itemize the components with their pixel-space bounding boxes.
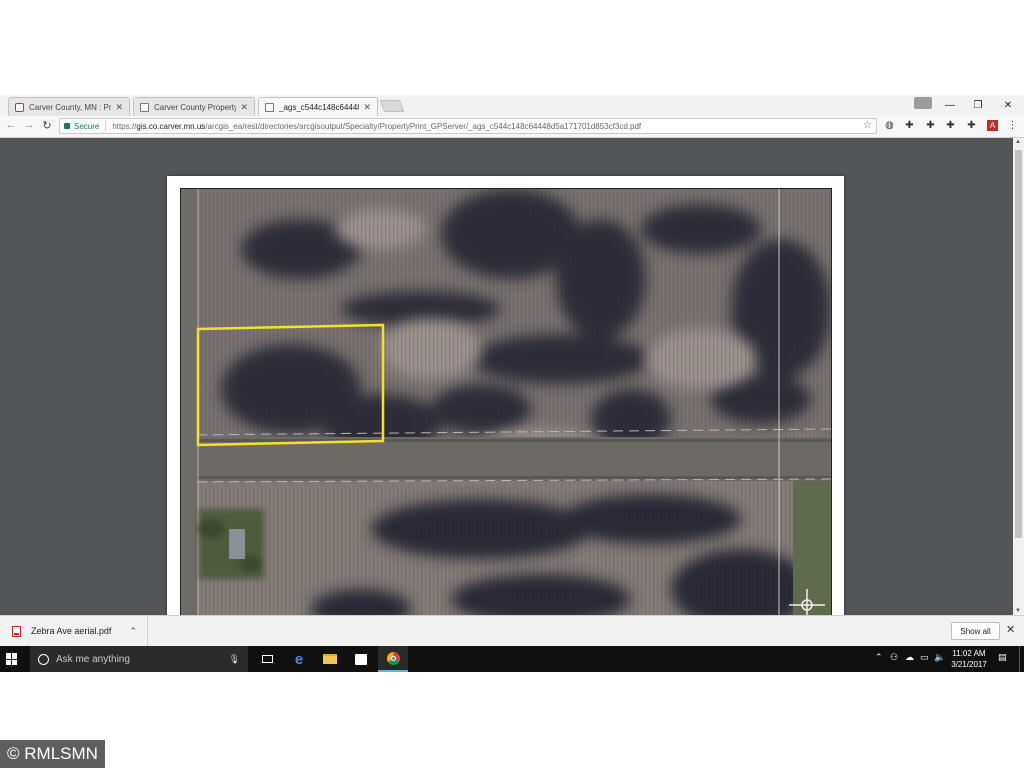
clock-time: 11:02 AM xyxy=(952,649,986,658)
search-placeholder: Ask me anything xyxy=(56,653,130,665)
extension-puzzle-icon[interactable]: ✚ xyxy=(945,120,956,131)
clock-date: 3/21/2017 xyxy=(951,660,987,669)
browser-window: Carver County, MN : Pro ✕ Carver County … xyxy=(0,95,1024,672)
new-tab-button[interactable] xyxy=(379,100,405,112)
close-tab-icon[interactable]: ✕ xyxy=(115,102,123,113)
show-hidden-icons-chevron-icon[interactable]: ⌃ xyxy=(875,652,883,663)
extension-puzzle-icon[interactable]: ✚ xyxy=(925,120,936,131)
download-filename: Zebra Ave aerial.pdf xyxy=(31,626,112,636)
onedrive-cloud-icon[interactable]: ☁ xyxy=(905,652,914,663)
restore-button[interactable]: ❐ xyxy=(964,95,992,116)
microphone-icon[interactable]: 🎙 xyxy=(229,654,240,665)
pdf-page xyxy=(167,176,844,615)
tab-carver-county-pro[interactable]: Carver County, MN : Pro ✕ xyxy=(8,97,130,116)
windows-taskbar: Ask me anything 🎙 e ⌃ ⚇ ☁ ▭ 🔈 11:02 AM 3… xyxy=(0,646,1024,672)
task-view-icon[interactable] xyxy=(252,646,282,672)
pdf-file-icon xyxy=(12,625,21,637)
lock-icon xyxy=(64,123,70,129)
chrome-icon[interactable] xyxy=(378,646,408,672)
show-desktop-button[interactable] xyxy=(1019,646,1024,672)
file-explorer-icon[interactable] xyxy=(315,646,345,672)
edge-browser-icon[interactable]: e xyxy=(284,646,314,672)
menu-kebab-icon[interactable]: ⋮ xyxy=(1007,120,1018,131)
secure-label: Secure xyxy=(74,121,100,131)
cortana-search-box[interactable]: Ask me anything 🎙 xyxy=(30,646,248,672)
download-item[interactable]: Zebra Ave aerial.pdf ⌃ xyxy=(0,616,148,646)
store-icon[interactable] xyxy=(346,646,376,672)
close-download-bar-icon[interactable]: ✕ xyxy=(1006,623,1015,636)
back-arrow-icon[interactable]: ← xyxy=(3,119,19,131)
viewer-scrollbar[interactable]: ▲ ▼ xyxy=(1013,138,1024,615)
extension-globe-icon[interactable]: ◍ xyxy=(884,120,895,131)
minimize-button[interactable]: — xyxy=(936,95,964,116)
carver-county-favicon-icon xyxy=(15,102,24,112)
acrobat-extension-icon[interactable]: A xyxy=(987,120,998,131)
profile-icon[interactable] xyxy=(914,97,932,109)
scrollbar-thumb[interactable] xyxy=(1015,150,1022,538)
url-text: https://gis.co.carver.mn.us/arcgis_ea/re… xyxy=(112,122,641,131)
forward-arrow-icon[interactable]: → xyxy=(21,119,37,131)
network-icon[interactable]: ▭ xyxy=(920,652,929,663)
close-window-button[interactable]: ✕ xyxy=(994,95,1022,116)
url-host: gis.co.carver.mn.us xyxy=(136,121,206,131)
address-bar[interactable]: Secure https://gis.co.carver.mn.us/arcgi… xyxy=(59,118,877,134)
url-path: /arcgis_ea/rest/directories/arcgisoutput… xyxy=(205,121,642,131)
close-tab-icon[interactable]: ✕ xyxy=(363,102,371,113)
chevron-up-icon[interactable]: ⌃ xyxy=(129,626,137,637)
document-icon xyxy=(140,102,149,112)
tab-pdf-active[interactable]: _ags_c544c148c64448d5 ✕ xyxy=(258,97,378,116)
tab-title: Carver County Property xyxy=(154,102,237,112)
download-bar: Zebra Ave aerial.pdf ⌃ Show all ✕ xyxy=(0,615,1024,646)
url-scheme: https:// xyxy=(112,121,137,131)
extension-puzzle-icon[interactable]: ✚ xyxy=(904,120,915,131)
scroll-down-arrow-icon[interactable]: ▼ xyxy=(1015,608,1021,614)
reload-icon[interactable]: ↻ xyxy=(39,119,55,132)
network-share-icon[interactable]: ⚇ xyxy=(890,652,898,663)
tab-strip: Carver County, MN : Pro ✕ Carver County … xyxy=(0,95,1024,116)
pdf-viewer[interactable] xyxy=(0,138,1013,615)
show-all-button[interactable]: Show all xyxy=(951,622,1000,640)
windows-start-icon[interactable] xyxy=(6,653,18,665)
bookmark-star-icon[interactable]: ☆ xyxy=(863,120,872,131)
document-icon xyxy=(265,102,274,112)
scroll-up-arrow-icon[interactable]: ▲ xyxy=(1015,139,1021,145)
tab-carver-county-property[interactable]: Carver County Property ✕ xyxy=(133,97,255,116)
divider xyxy=(105,121,107,131)
aerial-image xyxy=(181,189,831,615)
tab-title: Carver County, MN : Pro xyxy=(29,102,112,112)
cortana-circle-icon xyxy=(38,653,49,665)
browser-toolbar: ← → ↻ Secure https://gis.co.carver.mn.us… xyxy=(0,116,1024,138)
action-center-icon[interactable]: ▤ xyxy=(998,652,1007,663)
extension-puzzle-icon[interactable]: ✚ xyxy=(966,120,977,131)
close-tab-icon[interactable]: ✕ xyxy=(240,102,248,113)
aerial-photo-map xyxy=(180,188,832,615)
watermark-label: © RMLSMN xyxy=(0,740,105,768)
tab-title: _ags_c544c148c64448d5 xyxy=(279,102,359,112)
system-clock[interactable]: 11:02 AM 3/21/2017 xyxy=(944,648,994,670)
